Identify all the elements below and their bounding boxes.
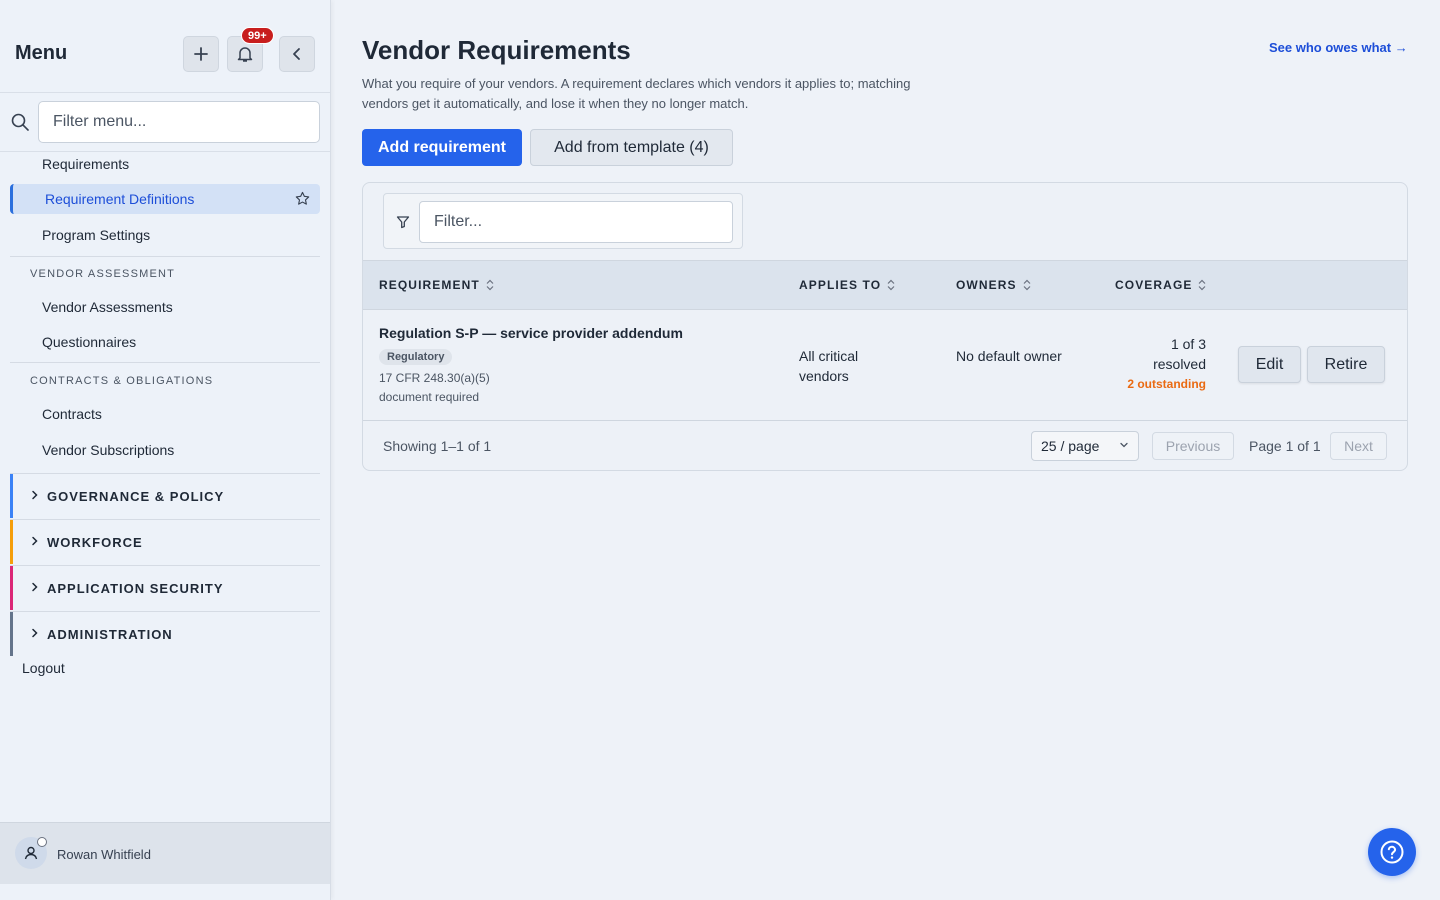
- add-requirement-button[interactable]: Add requirement: [362, 129, 522, 166]
- sidebar-item-vendor-assessments[interactable]: Vendor Assessments: [42, 299, 173, 315]
- sort-icon: [887, 279, 895, 291]
- column-label: REQUIREMENT: [379, 278, 480, 292]
- add-from-template-button[interactable]: Add from template (4): [530, 129, 733, 166]
- group-governance-policy[interactable]: GOVERNANCE & POLICY: [10, 474, 320, 518]
- chevron-down-icon: [1120, 442, 1128, 448]
- sidebar-item-contracts[interactable]: Contracts: [42, 406, 102, 422]
- requirements-table-card: REQUIREMENT APPLIES TO OWNERS COVERAGE R…: [362, 182, 1408, 471]
- section-label-vendor-assessment: VENDOR ASSESSMENT: [30, 268, 176, 280]
- sidebar-item-program-settings[interactable]: Program Settings: [42, 227, 150, 243]
- group-application-security[interactable]: APPLICATION SECURITY: [10, 566, 320, 610]
- chevron-right-icon: [32, 490, 38, 500]
- sort-icon: [1199, 279, 1206, 291]
- group-label: ADMINISTRATION: [47, 627, 173, 642]
- retire-button[interactable]: Retire: [1307, 346, 1385, 383]
- sidebar-title: Menu: [15, 42, 68, 64]
- group-workforce[interactable]: WORKFORCE: [10, 520, 320, 564]
- requirement-citation-note: document required: [379, 390, 480, 404]
- sidebar-item-vendor-subscriptions[interactable]: Vendor Subscriptions: [42, 442, 174, 458]
- chevron-right-icon: [32, 536, 38, 546]
- sidebar-item-label: Requirement Definitions: [45, 191, 195, 207]
- chevron-right-icon: [32, 628, 38, 638]
- coverage-resolved: 1 of 3 resolved: [1153, 336, 1206, 372]
- chevron-right-icon: [32, 582, 38, 592]
- user-name: Rowan Whitfield: [57, 847, 151, 862]
- sidebar-item-requirements[interactable]: Requirements: [42, 156, 129, 172]
- column-label: APPLIES TO: [799, 278, 882, 292]
- star-icon[interactable]: [295, 191, 310, 206]
- sort-icon: [486, 279, 494, 291]
- owners-cell: No default owner: [956, 348, 1062, 364]
- section-label-contracts: CONTRACTS & OBLIGATIONS: [30, 375, 214, 387]
- column-header-applies-to[interactable]: APPLIES TO: [799, 278, 895, 292]
- menu-filter-input[interactable]: [38, 101, 320, 143]
- requirement-name[interactable]: Regulation S-P — service provider addend…: [379, 325, 683, 341]
- page-info: Page 1 of 1: [1249, 438, 1321, 454]
- group-label: WORKFORCE: [47, 535, 143, 550]
- help-button[interactable]: [1368, 828, 1416, 876]
- page-title: Vendor Requirements: [362, 35, 631, 65]
- applies-to-cell: All critical vendors: [799, 348, 859, 384]
- user-bar[interactable]: Rowan Whitfield: [0, 822, 330, 884]
- sidebar-item-questionnaires[interactable]: Questionnaires: [42, 334, 136, 350]
- group-label: APPLICATION SECURITY: [47, 581, 224, 596]
- sidebar-item-requirement-definitions[interactable]: Requirement Definitions: [10, 184, 320, 214]
- search-icon: [11, 113, 29, 131]
- requirement-citation: 17 CFR 248.30(a)(5): [379, 371, 490, 385]
- column-label: COVERAGE: [1115, 278, 1193, 292]
- notification-badge: 99+: [241, 27, 274, 44]
- plus-icon: [194, 47, 208, 61]
- logout-link[interactable]: Logout: [22, 660, 65, 676]
- column-header-owners[interactable]: OWNERS: [956, 278, 1031, 292]
- column-header-coverage[interactable]: COVERAGE: [1115, 278, 1206, 292]
- divider: [0, 151, 330, 152]
- table-filter: [383, 193, 743, 249]
- sort-icon: [1023, 279, 1031, 291]
- pagination-summary: Showing 1–1 of 1: [383, 438, 492, 454]
- see-who-owes-link[interactable]: See who owes what →: [1269, 40, 1408, 55]
- page-description: What you require of your vendors. A requ…: [362, 76, 911, 111]
- page-size-value: 25 / page: [1041, 438, 1100, 454]
- divider: [10, 362, 320, 363]
- coverage-outstanding: 2 outstanding: [1127, 377, 1206, 391]
- user-icon: [24, 846, 38, 860]
- column-header-requirement[interactable]: REQUIREMENT: [379, 278, 494, 292]
- add-button[interactable]: [183, 36, 219, 72]
- table-filter-input[interactable]: [419, 201, 733, 243]
- page-size-select[interactable]: 25 / page: [1031, 431, 1139, 461]
- help-icon: [1380, 840, 1404, 864]
- chevron-left-icon: [293, 48, 300, 60]
- sidebar-header: Menu 99+: [0, 0, 330, 93]
- collapse-sidebar-button[interactable]: [279, 36, 315, 72]
- group-administration[interactable]: ADMINISTRATION: [10, 612, 320, 656]
- bell-icon: [237, 47, 253, 62]
- column-label: OWNERS: [956, 278, 1017, 292]
- sidebar: Menu 99+ Requirements Requirement Defini…: [0, 0, 331, 900]
- previous-page-button[interactable]: Previous: [1152, 432, 1234, 460]
- coverage-cell: 1 of 3 resolved 2 outstanding: [1116, 334, 1206, 394]
- menu-filter: [0, 101, 330, 144]
- gear-icon: [37, 837, 47, 847]
- edit-button[interactable]: Edit: [1238, 346, 1301, 383]
- table-row: Regulation S-P — service provider addend…: [363, 310, 1407, 421]
- table-header: REQUIREMENT APPLIES TO OWNERS COVERAGE: [363, 260, 1407, 310]
- group-label: GOVERNANCE & POLICY: [47, 489, 225, 504]
- filter-icon: [396, 216, 410, 229]
- requirement-tag: Regulatory: [379, 349, 453, 365]
- divider: [10, 256, 320, 257]
- next-page-button[interactable]: Next: [1330, 432, 1387, 460]
